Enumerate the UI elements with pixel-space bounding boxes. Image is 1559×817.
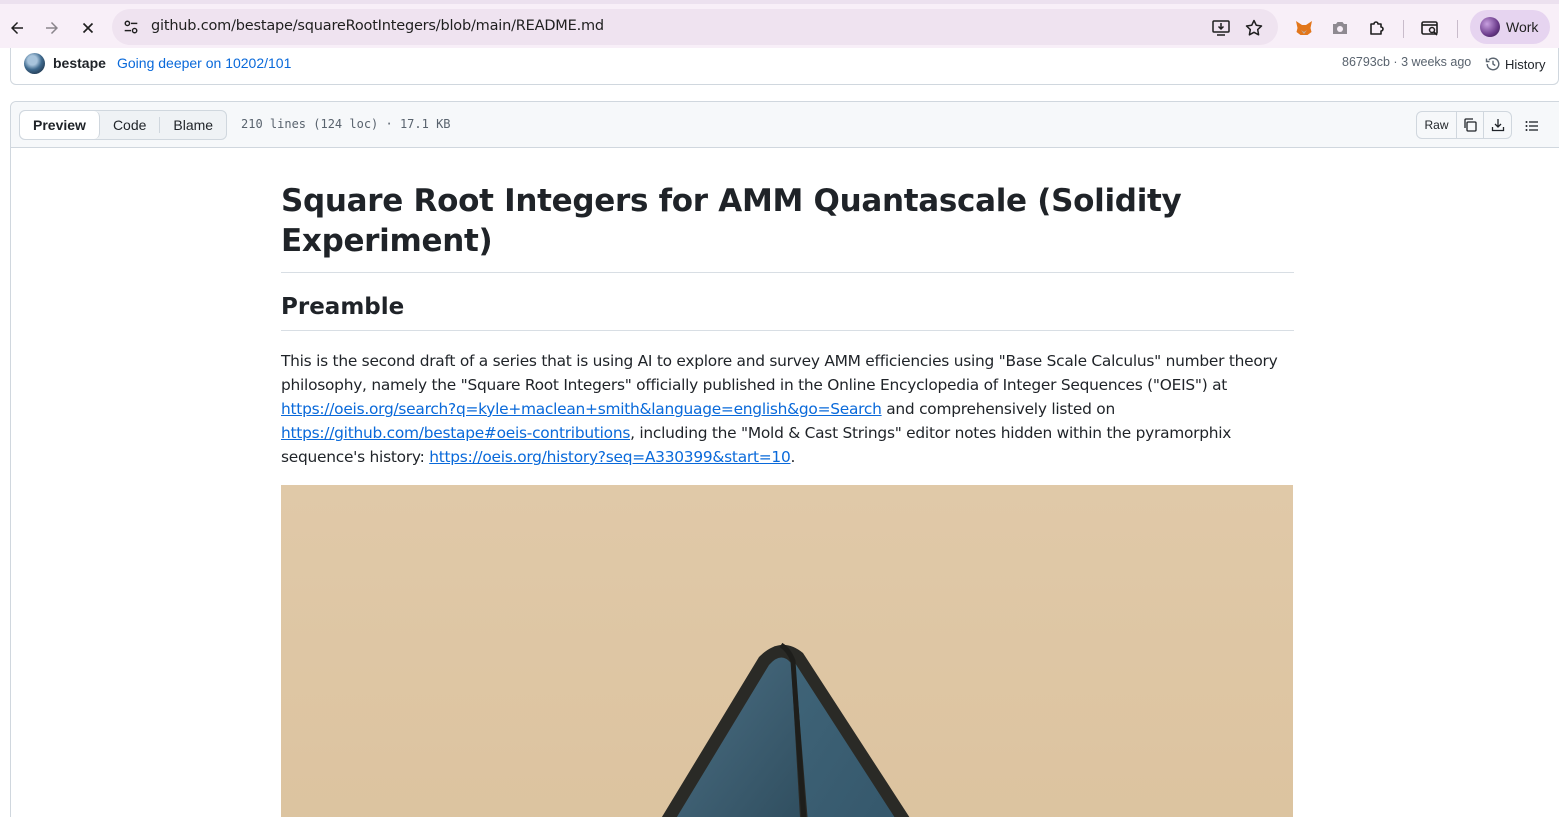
profile-label: Work — [1506, 19, 1539, 35]
toolbar-divider — [1457, 20, 1458, 38]
file-actions: Raw — [1416, 111, 1512, 139]
back-icon — [11, 22, 23, 34]
fox-extension-icon[interactable] — [1294, 18, 1314, 38]
tab-preview[interactable]: Preview — [20, 111, 100, 139]
pyramid-image — [281, 485, 1293, 817]
github-oeis-link[interactable]: https://github.com/bestape#oeis-contribu… — [281, 424, 630, 442]
outline-list-icon — [1525, 121, 1538, 131]
section-heading-preamble: Preamble — [281, 292, 1294, 331]
copy-icon — [1464, 118, 1477, 132]
file-header: Preview Code Blame 210 lines (124 loc) ·… — [11, 102, 1559, 148]
tab-search-icon[interactable] — [1420, 18, 1440, 38]
raw-button[interactable]: Raw — [1417, 112, 1457, 138]
download-button[interactable] — [1484, 112, 1511, 138]
camera-extension-icon[interactable] — [1330, 18, 1350, 38]
commit-author-link[interactable]: bestape — [53, 55, 106, 71]
paragraph-text: This is the second draft of a series tha… — [281, 352, 1278, 394]
profile-button[interactable]: Work — [1470, 10, 1550, 44]
commit-meta[interactable]: 86793cb · 3 weeks ago — [1342, 55, 1471, 69]
commit-message-link[interactable]: Going deeper on 10202/101 — [117, 55, 291, 71]
browser-toolbar: github.com/bestape/squareRootIntegers/bl… — [0, 0, 1559, 48]
history-label: History — [1505, 56, 1546, 72]
download-icon — [1491, 119, 1504, 132]
toolbar-divider — [1403, 20, 1404, 38]
back-button[interactable] — [3, 14, 31, 42]
stop-loading-icon — [82, 22, 94, 34]
tab-code[interactable]: Code — [100, 111, 159, 139]
install-app-icon[interactable] — [1211, 18, 1231, 38]
paragraph-text: and comprehensively listed on — [881, 400, 1115, 418]
file-info: 210 lines (124 loc) · 17.1 KB — [241, 117, 451, 131]
site-settings-icon[interactable] — [122, 18, 140, 36]
profile-avatar — [1480, 17, 1500, 37]
view-mode-tabs: Preview Code Blame — [19, 110, 228, 140]
history-icon — [1485, 57, 1500, 71]
tab-blame[interactable]: Blame — [160, 111, 226, 139]
copy-raw-button[interactable] — [1457, 112, 1484, 138]
forward-button[interactable] — [38, 14, 66, 42]
oeis-search-link[interactable]: https://oeis.org/search?q=kyle+maclean+s… — [281, 400, 882, 418]
forward-icon — [46, 22, 58, 34]
latest-commit-bar: bestape Going deeper on 10202/101 86793c… — [10, 48, 1559, 85]
oeis-history-link[interactable]: https://oeis.org/history?seq=A330399&sta… — [429, 448, 791, 466]
pyramid-illustration — [281, 485, 1293, 817]
outline-button[interactable] — [1521, 115, 1543, 137]
extensions-puzzle-icon[interactable] — [1367, 18, 1387, 38]
address-bar[interactable]: github.com/bestape/squareRootIntegers/bl… — [112, 9, 1278, 45]
bookmark-star-icon[interactable] — [1244, 18, 1264, 38]
history-button[interactable]: History — [1485, 53, 1545, 75]
paragraph-text: . — [790, 448, 796, 466]
url-text[interactable]: github.com/bestape/squareRootIntegers/bl… — [151, 18, 604, 34]
author-avatar[interactable] — [24, 53, 45, 74]
preamble-paragraph: This is the second draft of a series tha… — [281, 349, 1294, 469]
stop-loading-button[interactable] — [74, 14, 102, 42]
file-viewer: Preview Code Blame 210 lines (124 loc) ·… — [10, 101, 1559, 817]
readme-title: Square Root Integers for AMM Quantascale… — [281, 181, 1294, 273]
